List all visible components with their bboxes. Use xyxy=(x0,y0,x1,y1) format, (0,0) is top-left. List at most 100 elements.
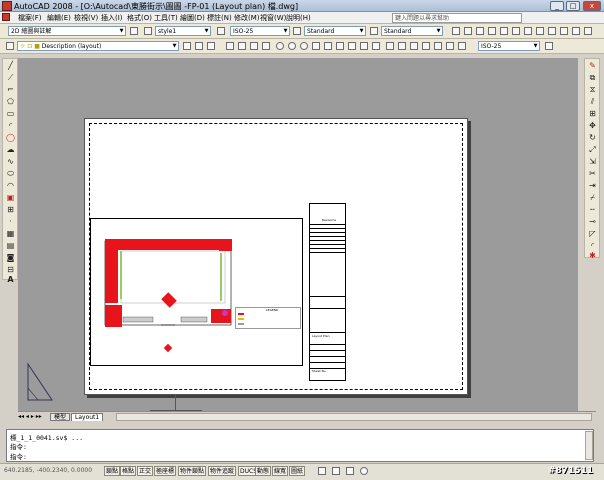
break-at-point-icon[interactable]: ⌿ xyxy=(588,193,597,202)
publish-icon[interactable] xyxy=(512,27,520,35)
make-block-icon[interactable]: ⊞ xyxy=(6,205,15,214)
layer-dropdown[interactable]: ☼ ⊡ ■ Description (layout) ▼ xyxy=(17,41,179,51)
extend-icon[interactable]: ⇥ xyxy=(588,181,597,190)
layer-previous-icon[interactable] xyxy=(195,42,203,50)
dim-arc-icon[interactable] xyxy=(250,42,258,50)
erase-icon[interactable]: ✎ xyxy=(588,61,597,70)
help-search-input[interactable]: 鍵入問題以尋求幫助 xyxy=(392,13,522,23)
jogged-linear-icon[interactable] xyxy=(422,42,430,50)
command-prompt-input[interactable]: 指令: xyxy=(10,451,27,461)
lineweight-toggle[interactable]: 線寬 xyxy=(272,466,289,476)
dim-radius-icon[interactable] xyxy=(276,42,284,50)
workspace-dropdown[interactable]: 2D 繪圖與註解 ▼ xyxy=(8,26,126,36)
workspace-settings-icon[interactable] xyxy=(130,27,138,35)
layout-viewport[interactable]: LEGEND xyxy=(90,218,303,366)
paste-icon[interactable] xyxy=(548,27,556,35)
scale-icon[interactable]: ⤢ xyxy=(588,145,597,154)
dim-update-icon[interactable] xyxy=(458,42,466,50)
copy-object-icon[interactable]: ⧉ xyxy=(588,73,597,82)
menu-view[interactable]: 檢視(V) xyxy=(74,13,98,23)
region-icon[interactable]: ◙ xyxy=(6,253,15,262)
tab-model[interactable]: 模型 xyxy=(50,413,71,421)
dim-angular-icon[interactable] xyxy=(312,42,320,50)
line-icon[interactable]: ╱ xyxy=(6,61,15,70)
multileader-style-icon[interactable] xyxy=(370,27,378,35)
point-icon[interactable]: · xyxy=(6,217,15,226)
ellipse-arc-icon[interactable]: ◠ xyxy=(6,181,15,190)
command-window[interactable]: 標_1_1_0041.sv$ ... 指令: 指令: xyxy=(6,429,594,462)
tab-nav-arrows[interactable]: ◂◂ ◂ ▸ ▸▸ xyxy=(18,413,42,420)
spline-icon[interactable]: ∿ xyxy=(6,157,15,166)
paper-space-toggle[interactable]: 圖紙 xyxy=(289,466,306,476)
quick-dim-icon[interactable] xyxy=(324,42,332,50)
new-file-icon[interactable] xyxy=(452,27,460,35)
dim-style-dropdown-2[interactable]: ISO-25 ▼ xyxy=(478,41,540,51)
dim-break-icon[interactable] xyxy=(372,42,380,50)
menu-modify[interactable]: 修改(M) xyxy=(234,13,260,23)
save-icon[interactable] xyxy=(476,27,484,35)
tab-layout1[interactable]: Layout1 xyxy=(71,413,104,421)
center-mark-icon[interactable] xyxy=(398,42,406,50)
dim-diameter-icon[interactable] xyxy=(300,42,308,50)
trim-icon[interactable]: ✂ xyxy=(588,169,597,178)
dim-baseline-icon[interactable] xyxy=(336,42,344,50)
rotate-icon[interactable]: ↻ xyxy=(588,133,597,142)
dim-continue-icon[interactable] xyxy=(348,42,356,50)
circle-icon[interactable]: ◯ xyxy=(6,133,15,142)
cut-icon[interactable] xyxy=(524,27,532,35)
dim-style-dropdown[interactable]: ISO-25 ▼ xyxy=(230,26,290,36)
plot-icon[interactable] xyxy=(488,27,496,35)
layer-properties-icon[interactable] xyxy=(6,42,14,50)
table-icon[interactable]: ⊟ xyxy=(6,265,15,274)
dim-jogged-icon[interactable] xyxy=(288,42,296,50)
dyn-toggle[interactable]: 動態 xyxy=(255,466,272,476)
polygon-icon[interactable]: ⬠ xyxy=(6,97,15,106)
osnap-toggle[interactable]: 物件鎖點 xyxy=(178,466,207,476)
command-scrollbar[interactable] xyxy=(585,431,593,460)
table-style-icon[interactable] xyxy=(293,27,301,35)
ellipse-icon[interactable]: ⬭ xyxy=(6,169,15,178)
hatch-icon[interactable]: ▦ xyxy=(6,229,15,238)
menu-insert[interactable]: 插入(I) xyxy=(101,13,123,23)
quick-view-drawings-icon[interactable] xyxy=(332,467,340,475)
dim-style-icon[interactable] xyxy=(217,27,225,35)
close-button[interactable]: x xyxy=(583,1,601,11)
insert-block-icon[interactable]: ▣ xyxy=(6,193,15,202)
quick-view-layouts-icon[interactable] xyxy=(318,467,326,475)
make-current-icon[interactable] xyxy=(183,42,191,50)
dim-text-edit-icon[interactable] xyxy=(446,42,454,50)
undo-icon[interactable] xyxy=(572,27,580,35)
menu-dimension[interactable]: 標註(N) xyxy=(207,13,232,23)
revision-cloud-icon[interactable]: ☁ xyxy=(6,145,15,154)
dim-ordinate-icon[interactable] xyxy=(262,42,270,50)
gradient-icon[interactable]: ▤ xyxy=(6,241,15,250)
match-properties-icon[interactable] xyxy=(560,27,568,35)
pan-icon[interactable] xyxy=(346,467,354,475)
inspect-icon[interactable] xyxy=(410,42,418,50)
text-style-dropdown[interactable]: style1 ▼ xyxy=(155,26,211,36)
zoom-icon[interactable] xyxy=(360,467,368,475)
tolerance-icon[interactable] xyxy=(386,42,394,50)
explode-icon[interactable]: ✱ xyxy=(588,251,597,260)
ortho-toggle[interactable]: 正交 xyxy=(137,466,154,476)
maximize-button[interactable]: □ xyxy=(566,1,580,11)
join-icon[interactable]: ⊸ xyxy=(588,217,597,226)
fillet-icon[interactable]: ◜ xyxy=(588,241,597,250)
menu-tools[interactable]: 工具(T) xyxy=(154,13,178,23)
menu-help[interactable]: 說明(H) xyxy=(286,13,311,23)
multileader-style-dropdown[interactable]: Standard ▼ xyxy=(381,26,443,36)
dim-space-icon[interactable] xyxy=(360,42,368,50)
menu-window[interactable]: 視窗(W) xyxy=(260,13,286,23)
mirror-icon[interactable]: ⧖ xyxy=(588,85,597,94)
move-icon[interactable]: ✥ xyxy=(588,121,597,130)
arc-icon[interactable]: ◜ xyxy=(6,121,15,130)
polar-toggle[interactable]: 極座標 xyxy=(154,466,177,476)
minimize-button[interactable]: _ xyxy=(550,1,564,11)
chamfer-icon[interactable]: ◸ xyxy=(588,229,597,238)
dim-edit-icon[interactable] xyxy=(434,42,442,50)
redo-icon[interactable] xyxy=(584,27,592,35)
otrack-toggle[interactable]: 物件追蹤 xyxy=(208,466,237,476)
layer-isolate-icon[interactable] xyxy=(207,42,215,50)
stretch-icon[interactable]: ⇲ xyxy=(588,157,597,166)
coordinate-readout[interactable]: 640.2185, -400.2340, 0.0000 xyxy=(4,467,92,474)
